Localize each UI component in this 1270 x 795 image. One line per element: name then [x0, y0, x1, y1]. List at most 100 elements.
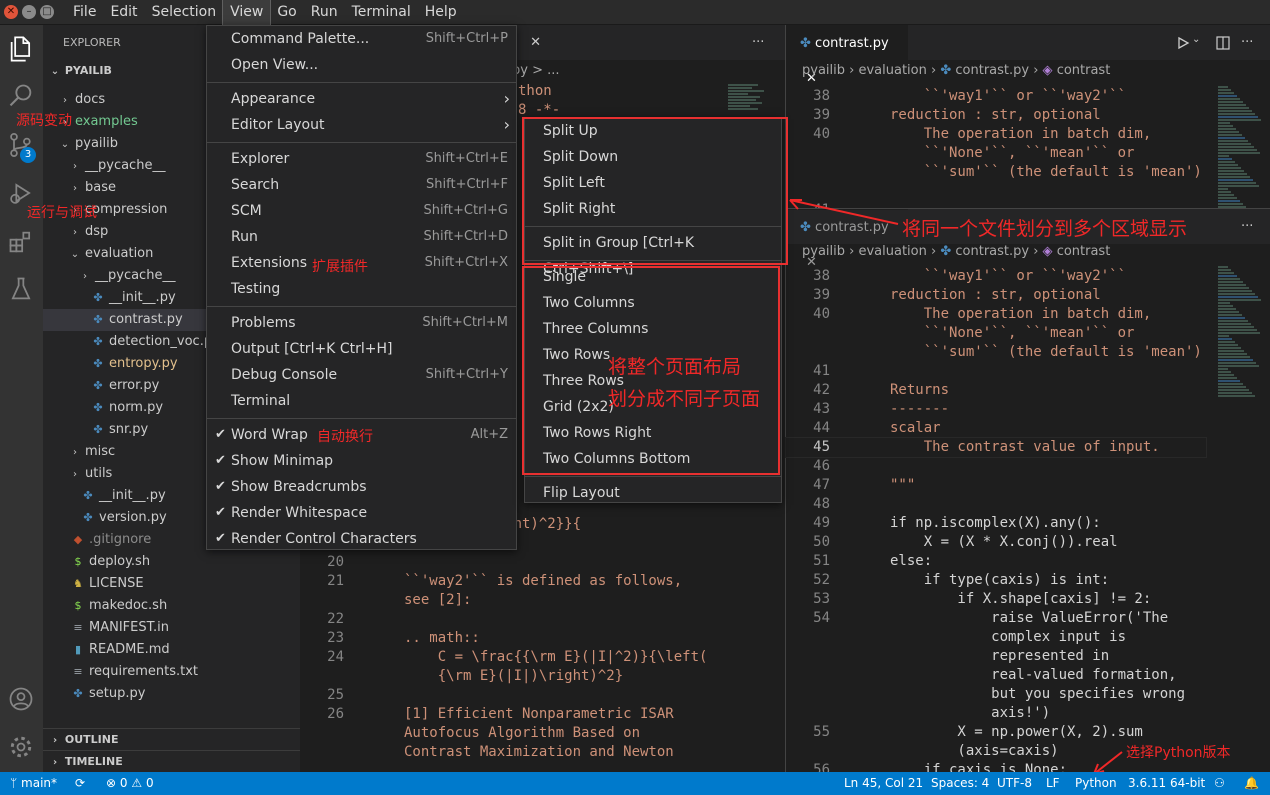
- breadcrumb-item[interactable]: pyailib: [802, 244, 845, 259]
- markdown-file-icon: ▮: [74, 643, 82, 656]
- code-line: 39 reduction : str, optional: [786, 106, 1206, 125]
- code-line: 38 ``'way1'`` or ``'way2'``: [786, 267, 1206, 286]
- minimap-line: [1218, 140, 1248, 142]
- view-menu-item[interactable]: Output [Ctrl+K Ctrl+H]: [207, 336, 516, 362]
- menu-help[interactable]: Help: [418, 0, 464, 25]
- tree-item[interactable]: ♞ LICENSE: [43, 573, 300, 595]
- annotation-split-same-file: 将同一个文件划分到多个区域显示: [902, 218, 1188, 240]
- view-menu-item[interactable]: ✔ Show Breadcrumbs: [207, 474, 516, 500]
- more-actions-icon[interactable]: ···: [1241, 25, 1253, 60]
- menu-terminal[interactable]: Terminal: [345, 0, 418, 25]
- status-bar: ᛘ main* ⟳ ⊗ 0 ⚠ 0 Ln 45, Col 21 Spaces: …: [0, 772, 1270, 795]
- view-menu-item[interactable]: ✔ Render Whitespace: [207, 500, 516, 526]
- tree-item[interactable]: ≡ requirements.txt: [43, 661, 300, 683]
- encoding[interactable]: UTF-8: [997, 772, 1032, 795]
- split-editor-icon[interactable]: [1216, 36, 1230, 50]
- breadcrumb-item[interactable]: evaluation: [858, 63, 926, 78]
- code-line: 45 The contrast value of input.: [785, 437, 1207, 458]
- branch-indicator[interactable]: ᛘ main*: [10, 772, 57, 795]
- menu-run[interactable]: Run: [304, 0, 345, 25]
- view-menu-item[interactable]: Appearance ›: [207, 86, 516, 112]
- breadcrumb-item[interactable]: contrast.py: [955, 244, 1029, 259]
- chevron-down-icon: ⌄: [50, 66, 60, 77]
- chevron-down-icon[interactable]: ⌄: [1192, 34, 1200, 45]
- view-menu-item[interactable]: Open View...: [207, 52, 516, 78]
- minimap[interactable]: [1218, 85, 1268, 218]
- menu-selection[interactable]: Selection: [145, 0, 224, 25]
- breadcrumb-item[interactable]: contrast.py: [955, 63, 1029, 78]
- timeline-section[interactable]: › TIMELINE: [43, 750, 300, 772]
- view-menu-item[interactable]: Debug Console Shift+Ctrl+Y: [207, 362, 516, 388]
- code-line: 46: [786, 457, 1206, 476]
- layout-menu-item[interactable]: Flip Layout: [525, 480, 781, 506]
- extensions-icon[interactable]: [7, 228, 35, 256]
- view-menu-item[interactable]: Testing: [207, 276, 516, 302]
- gear-icon[interactable]: [7, 733, 35, 761]
- view-menu-item[interactable]: Terminal: [207, 388, 516, 414]
- minimap-line: [1218, 308, 1236, 310]
- account-icon[interactable]: [7, 685, 35, 713]
- code-line: 55 X = np.power(X, 2).sum: [786, 723, 1206, 742]
- view-menu-item[interactable]: ✔ Render Control Characters: [207, 526, 516, 552]
- code-text: ``'way2'`` is defined as follows,: [404, 573, 683, 589]
- code-line: 21 ``'way2'`` is defined as follows,: [300, 572, 720, 591]
- python-interpreter[interactable]: 3.6.11 64-bit: [1128, 772, 1205, 795]
- tree-item[interactable]: ✤ setup.py: [43, 683, 300, 705]
- feedback-icon[interactable]: ⚇: [1214, 772, 1225, 795]
- workspace-root[interactable]: ⌄ PYAILIB: [49, 64, 112, 77]
- maximize-icon[interactable]: □: [40, 5, 54, 19]
- minimize-icon[interactable]: –: [22, 5, 36, 19]
- minimap-line: [1218, 191, 1231, 193]
- run-icon[interactable]: [1176, 36, 1190, 50]
- menu-edit[interactable]: Edit: [103, 0, 144, 25]
- menu-separator: [207, 306, 516, 307]
- outline-section[interactable]: › OUTLINE: [43, 728, 300, 750]
- view-menu-item[interactable]: SCM Shift+Ctrl+G: [207, 198, 516, 224]
- code-text: (axis=caxis): [890, 743, 1059, 759]
- menu-file[interactable]: File: [66, 0, 103, 25]
- code-line: Contrast Maximization and Newton: [300, 743, 720, 762]
- tree-item[interactable]: ▮ README.md: [43, 639, 300, 661]
- view-menu-item[interactable]: Command Palette... Shift+Ctrl+P: [207, 26, 516, 52]
- class-symbol-icon: ◈: [1042, 63, 1053, 78]
- notifications-icon[interactable]: 🔔: [1244, 772, 1259, 795]
- explorer-icon[interactable]: [7, 35, 35, 63]
- minimap-line: [1218, 197, 1237, 199]
- view-menu-item[interactable]: ✔ Show Minimap: [207, 448, 516, 474]
- sync-icon[interactable]: ⟳: [75, 772, 85, 795]
- view-menu-item[interactable]: Run Shift+Ctrl+D: [207, 224, 516, 250]
- view-menu-item[interactable]: Explorer Shift+Ctrl+E: [207, 146, 516, 172]
- breadcrumb-item[interactable]: evaluation: [858, 244, 926, 259]
- breadcrumb-item[interactable]: contrast: [1057, 244, 1111, 259]
- breadcrumb-item[interactable]: contrast: [1057, 63, 1111, 78]
- menu-view[interactable]: View: [222, 0, 272, 26]
- language-mode[interactable]: Python: [1075, 772, 1117, 795]
- view-menu-item[interactable]: Editor Layout ›: [207, 112, 516, 138]
- minimap[interactable]: [728, 83, 778, 111]
- tree-item[interactable]: $ deploy.sh: [43, 551, 300, 573]
- minimap-bottom[interactable]: [1218, 265, 1268, 398]
- cursor-position[interactable]: Ln 45, Col 21: [844, 772, 923, 795]
- shell-file-icon: $: [74, 555, 82, 568]
- indentation[interactable]: Spaces: 4: [931, 772, 989, 795]
- breadcrumb-item[interactable]: pyailib: [802, 63, 845, 78]
- tree-item[interactable]: ≡ MANIFEST.in: [43, 617, 300, 639]
- testing-icon[interactable]: [7, 275, 35, 303]
- line-ending[interactable]: LF: [1046, 772, 1060, 795]
- close-icon[interactable]: ✕: [4, 5, 18, 19]
- search-icon[interactable]: [7, 82, 35, 110]
- view-menu-item[interactable]: Problems Shift+Ctrl+M: [207, 310, 516, 336]
- more-actions-icon[interactable]: ···: [752, 25, 764, 60]
- code-text: ``'None'``, ``'mean'`` or: [890, 145, 1135, 161]
- view-menu-item[interactable]: Search Shift+Ctrl+F: [207, 172, 516, 198]
- license-file-icon: ♞: [73, 577, 83, 590]
- tab-contrast[interactable]: ✤ contrast.py ✕: [786, 25, 908, 86]
- tree-item[interactable]: $ makedoc.sh: [43, 595, 300, 617]
- menu-go[interactable]: Go: [270, 0, 303, 25]
- more-actions-icon[interactable]: ···: [1241, 209, 1253, 244]
- problems-indicator[interactable]: ⊗ 0 ⚠ 0: [106, 772, 154, 795]
- code-text: else:: [890, 553, 933, 569]
- code-text: -------: [890, 401, 950, 417]
- close-icon[interactable]: ✕: [530, 35, 541, 50]
- code-text: """: [890, 477, 916, 493]
